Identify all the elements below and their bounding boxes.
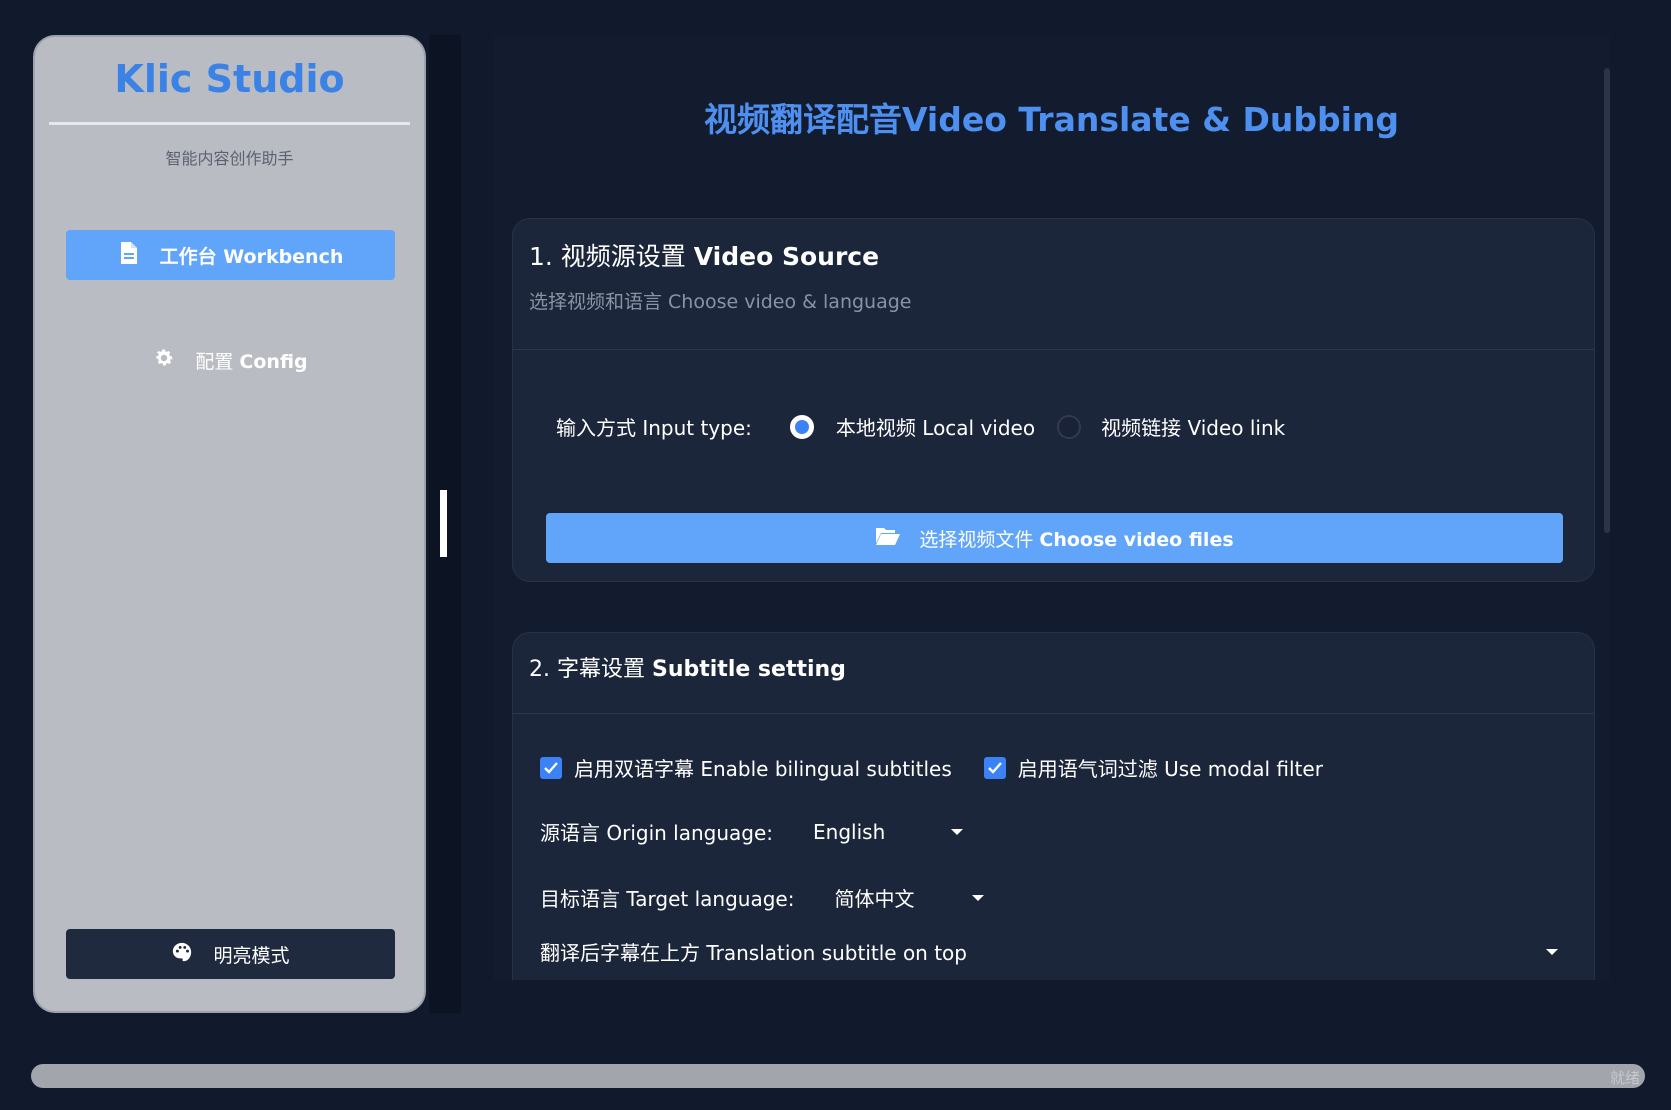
input-type-row: 输入方式 Input type: 本地视频 Local video 视频链接 V… [556, 412, 1285, 441]
video-source-title: 1. 视频源设置 Video Source [529, 242, 880, 271]
choose-video-label-en: Choose video files [1039, 528, 1234, 551]
bilingual-checkbox-label[interactable]: 启用双语字幕 Enable bilingual subtitles [574, 753, 952, 782]
config-label-zh: 配置 [195, 350, 234, 373]
workbench-label-zh: 工作台 [159, 245, 217, 268]
config-label-en: Config [239, 350, 308, 373]
subtitle-position-value: 翻译后字幕在上方 Translation subtitle on top [540, 941, 967, 965]
splitter-handle[interactable] [440, 490, 447, 557]
subtitle-setting-title: 2. 字幕设置 Subtitle setting [529, 657, 846, 682]
main-scrollbar[interactable] [1604, 68, 1610, 533]
chevron-down-icon [1546, 948, 1558, 955]
video-source-card: 1. 视频源设置 Video Source 选择视频和语言 Choose vid… [512, 218, 1595, 582]
target-language-row: 目标语言 Target language: 简体中文 [540, 883, 985, 912]
document-icon [118, 241, 140, 270]
status-text: 就绪 [1610, 1069, 1641, 1087]
modal-filter-checkbox[interactable] [983, 756, 1006, 779]
folder-open-icon [875, 525, 901, 552]
brand-title: Klic Studio [114, 57, 345, 101]
radio-video-link-label[interactable]: 视频链接 Video link [1101, 412, 1285, 441]
origin-language-label: 源语言 Origin language: [540, 821, 774, 845]
brand-tagline: 智能内容创作助手 [165, 149, 294, 168]
radio-local-video-label[interactable]: 本地视频 Local video [836, 412, 1035, 441]
modal-filter-checkbox-label[interactable]: 启用语气词过滤 Use modal filter [1018, 753, 1323, 782]
workbench-label-en: Workbench [223, 245, 344, 268]
input-type-label: 输入方式 Input type: [556, 416, 752, 440]
checkbox-row: 启用双语字幕 Enable bilingual subtitles 启用语气词过… [540, 753, 1323, 782]
origin-language-select[interactable]: English [813, 820, 964, 844]
main-panel: 视频翻译配音Video Translate & Dubbing 1. 视频源设置… [493, 35, 1610, 980]
splitter [429, 35, 461, 1013]
subtitle-setting-card: 2. 字幕设置 Subtitle setting 启用双语字幕 Enable b… [512, 632, 1595, 980]
theme-toggle-label: 明亮模式 [213, 944, 290, 967]
palette-icon [171, 940, 193, 969]
choose-video-label-zh: 选择视频文件 [919, 528, 1034, 551]
origin-language-row: 源语言 Origin language: English [540, 817, 964, 846]
sidebar-item-workbench[interactable]: 工作台 Workbench [66, 230, 395, 280]
gear-icon [153, 346, 175, 375]
sidebar: Klic Studio 智能内容创作助手 工作台 Workbench 配置 Co… [33, 35, 426, 1013]
choose-video-files-button[interactable]: 选择视频文件 Choose video files [546, 513, 1563, 563]
chevron-down-icon [972, 894, 985, 901]
card-divider [513, 713, 1594, 714]
card-divider [513, 349, 1594, 350]
target-language-label: 目标语言 Target language: [540, 887, 795, 911]
brand-divider [49, 122, 410, 125]
subtitle-position-select[interactable]: 翻译后字幕在上方 Translation subtitle on top [540, 937, 1558, 966]
video-source-subtitle: 选择视频和语言 Choose video & language [529, 291, 912, 313]
progress-bar [31, 1064, 1645, 1088]
page-title: 视频翻译配音Video Translate & Dubbing [703, 100, 1400, 139]
radio-video-link[interactable] [1057, 414, 1082, 439]
target-language-select[interactable]: 简体中文 [834, 883, 985, 912]
sidebar-item-config[interactable]: 配置 Config [66, 335, 395, 385]
chevron-down-icon [951, 828, 964, 835]
bilingual-checkbox[interactable] [540, 756, 562, 779]
radio-local-video[interactable] [789, 414, 814, 439]
theme-toggle-button[interactable]: 明亮模式 [66, 929, 395, 979]
